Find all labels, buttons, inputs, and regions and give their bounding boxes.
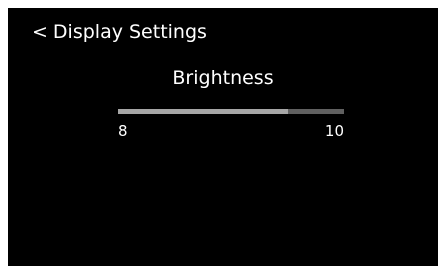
brightness-slider-fill — [118, 109, 288, 114]
screen-title: Display Settings — [52, 21, 207, 43]
slider-max-label: 10 — [324, 122, 344, 140]
slider-min-label: 8 — [118, 122, 128, 140]
back-button[interactable]: < Display Settings — [32, 21, 207, 43]
chevron-left-icon: < — [32, 21, 48, 43]
display-settings-screen: < Display Settings Brightness 8 10 — [8, 8, 438, 266]
brightness-slider[interactable] — [118, 109, 344, 114]
brightness-label: Brightness — [172, 67, 274, 89]
